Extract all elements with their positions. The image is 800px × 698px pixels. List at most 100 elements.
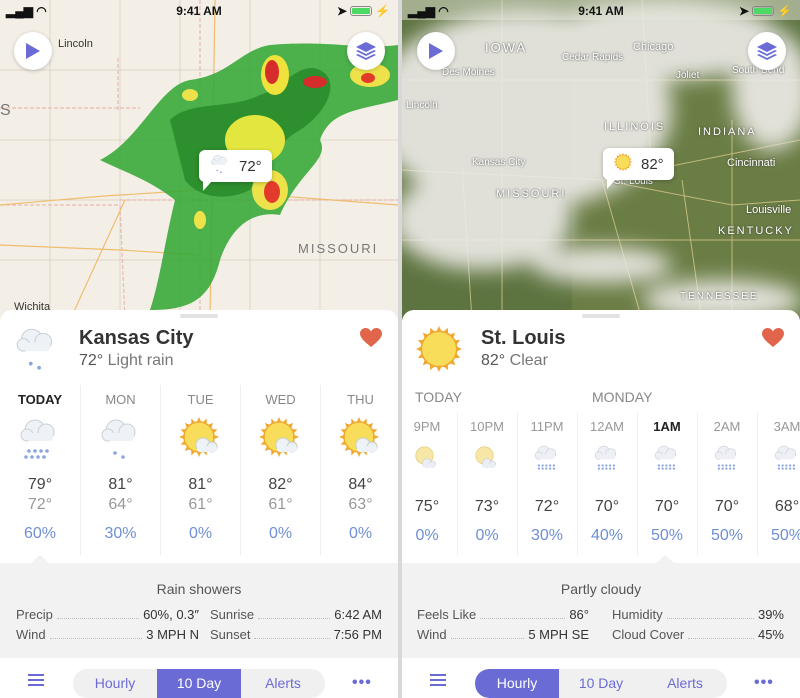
detail-label: Cloud Cover [612,627,685,642]
detail-sunrise: Sunrise 6:42 AM [210,607,382,622]
precip-chance: 0% [188,525,213,542]
detail-wind: Wind 5 MPH SE [417,627,589,642]
detail-humidity: Humidity 39% [612,607,784,622]
hour-weather-icon [712,443,742,473]
rain-cloud-icon [209,153,231,179]
hour-temp: 75° [414,498,440,515]
kansas-city-screen: Lincoln S MISSOURI Wichita 72° ▂▄▆ ◠ 9:4… [0,0,398,698]
map-label: KENTUCKY [718,225,794,237]
menu-icon[interactable] [28,674,44,689]
drag-handle[interactable] [180,314,218,318]
tab-alerts[interactable]: Alerts [643,669,727,698]
day-weather-icon [337,415,385,463]
hour-weather-icon [532,443,562,473]
location-temp-bubble[interactable]: 72° [199,150,272,191]
location-temp-bubble[interactable]: 82° [603,148,674,189]
day-label: THU [347,392,374,407]
hour-label: 3AM [773,419,800,434]
detail-feels-like: Feels Like 86° [417,607,589,622]
low-temp: 64° [108,496,133,513]
status-bar: ▂▄▆ ◠ 9:41 AM ➤ ⚡ [0,0,398,20]
moon-cloud-icon [475,446,497,468]
radar-map[interactable]: Lincoln S MISSOURI Wichita 72° ▂▄▆ ◠ 9:4… [0,0,398,320]
tab-hourly[interactable]: Hourly [475,669,559,698]
precip-chance: 30% [104,525,137,542]
layers-button[interactable] [748,32,786,70]
menu-icon[interactable] [430,674,446,689]
bottom-tab-bar: Hourly 10 Day Alerts ••• [402,660,800,698]
more-icon[interactable]: ••• [352,674,372,692]
sun-cloud-icon [258,417,299,457]
satellite-map[interactable]: IOWA Chicago Cedar Rapids Des Moines Jol… [402,0,800,320]
hour-weather-icon [472,443,502,473]
favorite-heart-icon[interactable] [360,328,382,348]
map-label: Louisville [746,204,792,216]
hour-column-3am[interactable]: 3AM 68° 50% [757,385,800,555]
day-weather-icon [177,415,225,463]
day-column-mon[interactable]: MON 81° 64° 30% [80,385,160,555]
hour-column-11pm[interactable]: 11PM 72° 30% [517,385,577,555]
detail-label: Wind [16,627,46,642]
map-label: MISSOURI [496,188,567,200]
day-column-wed[interactable]: WED 82° 61° 0% [240,385,320,555]
tab-hourly[interactable]: Hourly [73,669,157,698]
high-temp: 81° [108,476,133,493]
layers-button[interactable] [347,32,385,70]
details-title: Rain showers [156,581,242,597]
day-column-today[interactable]: TODAY 79° 72° 60% [0,385,80,555]
hour-temp: 68° [774,498,800,515]
tab-10-day[interactable]: 10 Day [157,669,241,698]
favorite-heart-icon[interactable] [762,328,784,348]
hour-label: 9PM [413,419,441,434]
tab-10-day[interactable]: 10 Day [559,669,643,698]
hour-column-9pm[interactable]: 9PM 75° 0% [402,385,457,555]
play-button[interactable] [417,32,455,70]
current-temp: 72° [79,352,104,369]
weather-card: Kansas City 72° Light rain TODAY 79° 72°… [0,310,398,698]
high-temp: 84° [348,476,373,493]
day-label: TUE [187,392,214,407]
detail-precip: Precip 60%, 0.3″ [16,607,199,622]
hourly-forecast[interactable]: TODAY MONDAY 9PM 75° 0% 10PM 73° 0% 11PM 7… [402,385,800,555]
snow-cloud-icon [654,445,677,470]
view-segmented-control: Hourly 10 Day Alerts [73,669,325,698]
detail-value: 6:42 AM [334,607,382,622]
precip-chance: 0% [268,525,293,542]
map-label: Lincoln [58,38,93,50]
sun-icon [613,152,633,176]
hour-label: 2AM [713,419,741,434]
hour-column-10pm[interactable]: 10PM 73° 0% [457,385,517,555]
daily-forecast[interactable]: TODAY 79° 72° 60% MON 81° 64° 30% TUE 81° … [0,385,398,555]
more-icon[interactable]: ••• [754,674,774,692]
low-temp: 63° [348,496,373,513]
map-label: Chicago [633,41,674,53]
hour-label: 10PM [470,419,504,434]
drag-handle[interactable] [582,314,620,318]
map-label: MISSOURI [298,241,379,256]
layers-icon [356,42,376,60]
play-icon [429,43,443,59]
hour-column-1am[interactable]: 1AM 70° 50% [637,385,697,555]
day-weather-icon [16,415,64,463]
day-column-tue[interactable]: TUE 81° 61° 0% [160,385,240,555]
detail-label: Feels Like [417,607,477,622]
high-temp: 81° [188,476,213,493]
hour-column-2am[interactable]: 2AM 70° 50% [697,385,757,555]
map-label: Cincinnati [727,157,776,169]
current-conditions: 72° Light rain [79,352,173,370]
view-segmented-control: Hourly 10 Day Alerts [475,669,727,698]
hour-label: 12AM [590,419,624,434]
play-button[interactable] [14,32,52,70]
precip-chance: 30% [530,527,564,544]
tab-alerts[interactable]: Alerts [241,669,325,698]
map-label: Lincoln [406,100,438,111]
map-label: Joliet [676,70,700,81]
day-column-thu[interactable]: THU 84° 63° 0% [320,385,398,555]
low-temp: 61° [188,496,213,513]
bubble-temp: 72° [239,157,262,175]
hour-column-12am[interactable]: 12AM 70° 40% [577,385,637,555]
map-label: INDIANA [698,126,757,138]
rain-cloud-icon [101,419,135,459]
detail-label: Precip [16,607,53,622]
precip-chance: 0% [475,527,499,544]
